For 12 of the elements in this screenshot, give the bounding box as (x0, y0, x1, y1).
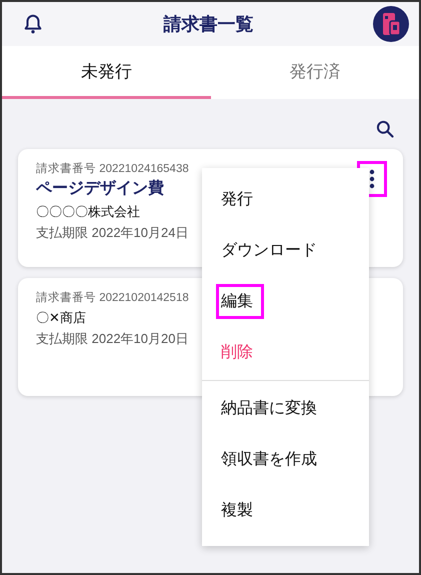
invoice-number: 20221020142518 (99, 292, 189, 304)
due-date: 2022年10月20日 (92, 331, 188, 346)
invoice-number: 20221024165438 (99, 163, 189, 175)
invoice-number-label: 請求書番号 (36, 163, 96, 175)
client-name: 〇〇〇〇株式会社 (36, 203, 141, 221)
due-date: 2022年10月24日 (92, 225, 188, 240)
invoice-number-label: 請求書番号 (36, 292, 96, 304)
invoice-subject: ページデザイン費 (36, 178, 165, 199)
client-name: 〇✕商店 (36, 309, 87, 327)
due-label: 支払期限 (36, 331, 88, 346)
due-label: 支払期限 (36, 225, 88, 240)
page-title: 請求書一覧 (164, 13, 254, 36)
